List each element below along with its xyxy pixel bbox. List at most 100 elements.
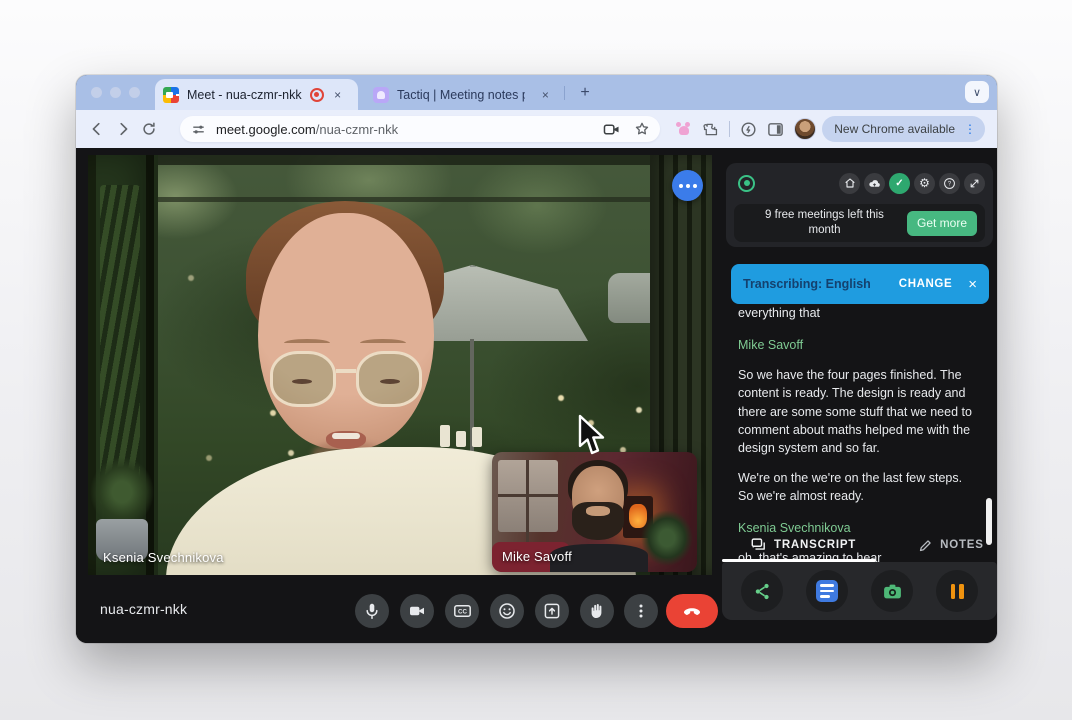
screenshot-button[interactable] [871,570,913,612]
tab-title: Tactiq | Meeting notes powe [397,88,525,102]
settings-gear-icon[interactable]: ⚙ [914,173,935,194]
transcript-speaker: Mike Savoff [738,336,980,354]
window-controls [91,87,140,98]
tactiq-extension-icon[interactable] [676,122,692,136]
transcript-panel: everything that Mike Savoff So we have t… [738,304,980,567]
help-icon[interactable]: ? [939,173,960,194]
tab-tactiq[interactable]: Tactiq | Meeting notes powe × [365,79,560,110]
tab-notes[interactable]: NOTES [918,538,984,553]
tactiq-header-panel: ✓ ⚙ ? 9 free meetings left this month Ge… [726,163,993,247]
transcribing-banner: Transcribing: English CHANGE × [731,264,989,304]
site-info-icon[interactable] [190,121,207,138]
participant-name-label: Ksenia Svechnikova [103,550,224,565]
pip-participant-beard [572,502,624,540]
transcript-line: So we have the four pages finished. The … [738,366,980,457]
tab-transcript[interactable]: TRANSCRIPT [750,537,856,553]
plant [641,510,693,566]
pip-name-label: Mike Savoff [502,549,572,564]
url-text: meet.google.com/nua-czmr-nkk [216,122,398,137]
more-options-icon[interactable] [624,594,658,628]
pause-button[interactable] [936,570,978,612]
quota-box: 9 free meetings left this month Get more [734,204,985,242]
performance-icon[interactable] [740,121,757,138]
tab-search-chevron-button[interactable]: ∨ [965,81,989,103]
close-window-button[interactable] [91,87,102,98]
videocam-icon[interactable] [400,594,434,628]
chat-bubble-icon[interactable] [672,170,703,201]
tab-meet[interactable]: Meet - nua-czmr-nkk × [155,79,358,110]
sidebar-action-bar [722,562,997,620]
tab-notes-label: NOTES [940,539,984,551]
glasses [268,351,424,409]
tab-transcript-label: TRANSCRIPT [774,539,856,551]
transcribing-label: Transcribing: English [743,277,899,291]
forward-icon[interactable] [110,116,136,142]
tactiq-status-icon [738,175,755,192]
toolbar-separator [729,121,730,137]
tab-separator [564,86,565,100]
shield-check-icon[interactable]: ✓ [889,173,910,194]
pause-icon [951,584,964,599]
profile-avatar[interactable] [794,118,816,140]
chrome-update-pill[interactable]: New Chrome available ⋮ [822,116,985,142]
meet-control-bar: nua-czmr-nkk CC [76,575,712,643]
summary-doc-icon [816,580,838,602]
pip-video-tile[interactable]: Mike Savoff [492,452,697,572]
raise-hand-icon[interactable] [580,594,614,628]
new-tab-button[interactable]: + [575,83,595,103]
minimize-window-button[interactable] [110,87,121,98]
notes-pencil-icon [918,538,933,553]
recording-indicator-icon [310,88,324,102]
home-icon[interactable] [839,173,860,194]
address-bar[interactable]: meet.google.com/nua-czmr-nkk [180,116,660,142]
summary-button[interactable] [806,570,848,612]
camera-in-use-icon[interactable] [603,122,620,137]
extensions-puzzle-icon[interactable] [702,121,719,138]
captions-icon[interactable]: CC [445,594,479,628]
share-button[interactable] [741,570,783,612]
browser-menu-icon[interactable]: ⋮ [961,122,979,136]
back-icon[interactable] [84,116,110,142]
browser-toolbar: meet.google.com/nua-czmr-nkk [76,110,997,148]
get-more-button[interactable]: Get more [907,211,977,236]
participant-face [258,213,434,449]
svg-text:?: ? [948,180,952,187]
transcript-line: We're on the we're on the last few steps… [738,469,980,505]
side-panel-icon[interactable] [767,121,784,138]
end-call-icon[interactable] [666,594,718,628]
zoom-window-button[interactable] [129,87,140,98]
glass-frame-bar [88,197,712,202]
reactions-icon[interactable] [490,594,524,628]
star-icon[interactable] [634,121,650,137]
sidebar-tabs: TRANSCRIPT NOTES [722,531,997,559]
potted-plant-leaves [90,457,154,527]
quota-text: 9 free meetings left this month [742,208,907,238]
banner-close-icon[interactable]: × [968,276,977,293]
screenshot-camera-icon [882,582,903,601]
expand-icon[interactable] [964,173,985,194]
candles [440,421,504,447]
browser-window: Meet - nua-czmr-nkk × Tactiq | Meeting n… [76,75,997,643]
transcript-chat-icon [750,537,767,553]
transcript-line: everything that [738,304,980,322]
svg-text:CC: CC [458,609,467,616]
present-icon[interactable] [535,594,569,628]
tab-close-icon[interactable]: × [330,87,346,103]
meet-favicon [163,87,179,103]
meet-page: Ksenia Svechnikova Mike Savoff nua-czmr-… [76,148,997,643]
window-snow [498,460,558,532]
share-icon [753,582,772,601]
eyebrow [360,339,406,347]
glass-frame-top [88,155,712,165]
tactiq-favicon [373,87,389,103]
mic-icon[interactable] [355,594,389,628]
cloud-sync-icon[interactable] [864,173,885,194]
tab-strip: Meet - nua-czmr-nkk × Tactiq | Meeting n… [76,75,997,110]
reload-icon[interactable] [136,116,162,142]
update-pill-label: New Chrome available [834,122,955,136]
tab-title: Meet - nua-czmr-nkk [187,88,302,102]
eyebrow [284,339,330,347]
change-language-button[interactable]: CHANGE [899,278,952,290]
participant-mouth [326,431,366,449]
tab-close-icon[interactable]: × [539,87,552,103]
